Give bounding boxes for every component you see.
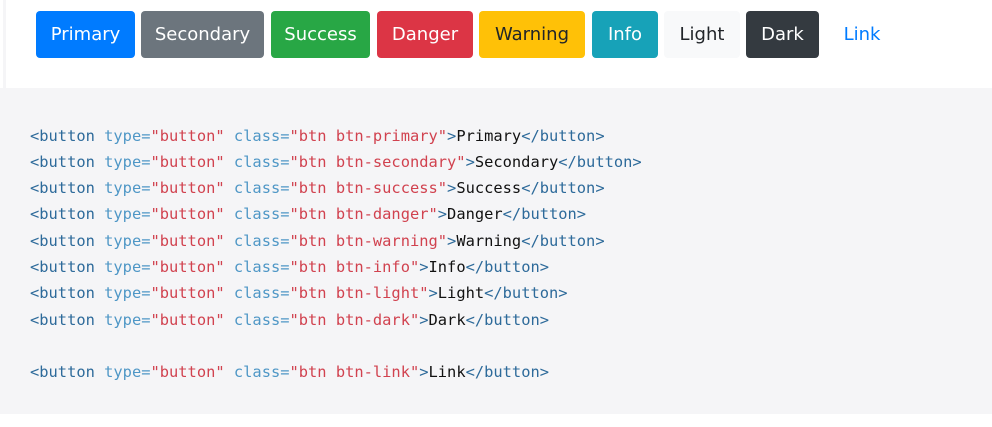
code-token-str: "button": [150, 179, 225, 197]
code-token-tag: </button>: [484, 284, 568, 302]
code-token-tag: >: [447, 127, 457, 145]
code-token-tag: >: [419, 258, 429, 276]
code-token-tag: </button>: [465, 258, 549, 276]
code-token-str: "btn btn-dark": [289, 311, 420, 329]
code-token-str: "button": [150, 153, 225, 171]
code-token-attr: class=: [224, 153, 290, 171]
warning-button[interactable]: Warning: [479, 11, 585, 58]
code-token-attr: class=: [224, 258, 290, 276]
code-token-str: "btn btn-warning": [289, 232, 448, 250]
code-token-tag: >: [447, 232, 457, 250]
code-token-tag: </button>: [521, 232, 605, 250]
code-token-txt: Info: [428, 258, 466, 276]
button-examples: Primary Secondary Success Danger Warning…: [3, 0, 992, 88]
code-token-str: "btn btn-info": [289, 258, 420, 276]
code-token-tag: <button: [30, 127, 95, 145]
code-token-attr: type=: [94, 127, 151, 145]
code-token-tag: <button: [30, 153, 95, 171]
code-token-str: "btn btn-primary": [289, 127, 448, 145]
info-button[interactable]: Info: [592, 11, 658, 58]
code-token-str: "btn btn-success": [289, 179, 448, 197]
code-token-tag: </button>: [521, 127, 605, 145]
code-token-attr: class=: [224, 311, 290, 329]
secondary-button[interactable]: Secondary: [141, 11, 264, 58]
light-button[interactable]: Light: [664, 11, 740, 58]
code-token-tag: <button: [30, 363, 95, 381]
code-token-txt: Danger: [447, 205, 503, 223]
code-token-attr: type=: [94, 153, 151, 171]
code-token-str: "button": [150, 284, 225, 302]
code-token-txt: Link: [428, 363, 466, 381]
code-token-attr: class=: [224, 284, 290, 302]
code-token-tag: <button: [30, 311, 95, 329]
code-line: <button type="button" class="btn btn-war…: [30, 231, 605, 251]
code-token-txt: Light: [437, 284, 485, 302]
code-token-txt: Primary: [456, 127, 522, 145]
code-token-tag: </button>: [502, 205, 587, 223]
code-token-tag: </button>: [465, 311, 549, 329]
code-token-attr: type=: [94, 205, 151, 223]
code-token-tag: >: [419, 363, 429, 381]
code-token-txt: Dark: [428, 311, 466, 329]
code-token-tag: <button: [30, 284, 95, 302]
code-token-str: "button": [150, 311, 225, 329]
code-token-attr: type=: [94, 232, 151, 250]
code-line: <button type="button" class="btn btn-lig…: [30, 283, 568, 303]
code-token-tag: >: [437, 205, 448, 223]
code-token-tag: <button: [30, 179, 95, 197]
code-line: <button type="button" class="btn btn-pri…: [30, 126, 605, 146]
code-token-str: "button": [150, 258, 225, 276]
primary-button[interactable]: Primary: [36, 11, 135, 58]
code-token-attr: type=: [94, 284, 151, 302]
code-token-tag: <button: [30, 205, 95, 223]
code-token-tag: >: [428, 284, 438, 302]
dark-button[interactable]: Dark: [746, 11, 819, 58]
code-token-attr: class=: [224, 363, 290, 381]
danger-button[interactable]: Danger: [377, 11, 473, 58]
code-line: <button type="button" class="btn btn-lin…: [30, 362, 549, 382]
code-line: <button type="button" class="btn btn-sec…: [30, 152, 642, 172]
code-token-tag: </button>: [521, 179, 605, 197]
code-token-tag: <button: [30, 232, 95, 250]
code-token-txt: Secondary: [474, 153, 559, 171]
code-token-str: "button": [150, 127, 225, 145]
code-token-attr: class=: [224, 205, 290, 223]
code-token-tag: >: [419, 311, 429, 329]
code-token-txt: Success: [456, 179, 522, 197]
code-token-tag: </button>: [558, 153, 642, 171]
link-button[interactable]: Link: [828, 11, 896, 58]
code-token-tag: </button>: [465, 363, 549, 381]
code-token-attr: type=: [94, 363, 151, 381]
code-token-tag: >: [447, 179, 457, 197]
code-snippet: <button type="button" class="btn btn-pri…: [0, 88, 992, 414]
code-token-str: "btn btn-secondary": [289, 153, 466, 171]
code-token-attr: type=: [94, 311, 151, 329]
code-token-str: "button": [150, 205, 225, 223]
code-line: <button type="button" class="btn btn-dan…: [30, 204, 586, 224]
code-token-attr: type=: [94, 258, 151, 276]
code-token-tag: <button: [30, 258, 95, 276]
code-token-attr: class=: [224, 232, 290, 250]
code-token-tag: >: [465, 153, 475, 171]
code-token-str: "btn btn-light": [289, 284, 429, 302]
code-token-str: "btn btn-link": [289, 363, 420, 381]
code-token-str: "button": [150, 363, 225, 381]
success-button[interactable]: Success: [271, 11, 370, 58]
code-line: <button type="button" class="btn btn-suc…: [30, 178, 605, 198]
code-token-str: "btn btn-danger": [289, 205, 438, 223]
code-token-attr: class=: [224, 127, 290, 145]
code-token-txt: Warning: [456, 232, 522, 250]
code-token-attr: type=: [94, 179, 151, 197]
code-token-attr: class=: [224, 179, 290, 197]
code-token-str: "button": [150, 232, 225, 250]
code-line: <button type="button" class="btn btn-dar…: [30, 310, 549, 330]
code-line: <button type="button" class="btn btn-inf…: [30, 257, 549, 277]
